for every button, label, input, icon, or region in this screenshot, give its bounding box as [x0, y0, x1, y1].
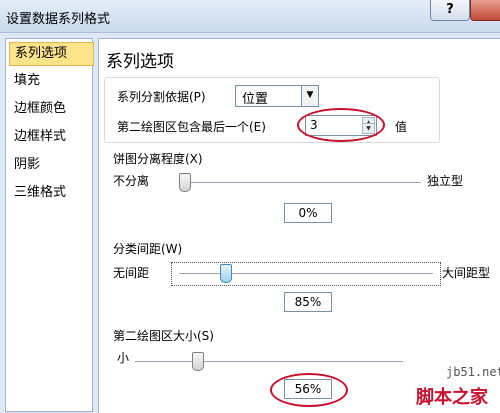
- gap-width-min-label: 无间距: [113, 266, 150, 280]
- second-plot-contains-label: 第二绘图区包含最后一个(E): [117, 120, 266, 134]
- close-button[interactable]: [470, 0, 500, 21]
- gap-width-track: [179, 273, 433, 275]
- second-plot-size-slider[interactable]: [191, 352, 204, 371]
- help-button[interactable]: ?: [430, 0, 470, 21]
- help-icon: ?: [446, 2, 454, 17]
- split-by-dropdown[interactable]: 位置 ▼: [235, 85, 319, 107]
- watermark-name: 脚本之家: [416, 387, 488, 408]
- options-panel: 系列选项 系列分割依据(P) 位置 ▼ 第二绘图区包含最后一个(E) 3 ▲ ▼…: [98, 38, 500, 413]
- title-bar: 设置数据系列格式 ?: [0, 0, 500, 33]
- pie-explosion-label: 饼图分离程度(X): [111, 150, 205, 167]
- split-group: 系列分割依据(P) 位置 ▼ 第二绘图区包含最后一个(E) 3 ▲ ▼ 值: [104, 77, 440, 143]
- pie-explosion-track: [179, 182, 421, 184]
- pie-explosion-slider[interactable]: [179, 173, 191, 192]
- second-plot-size-min-label: 小: [117, 351, 130, 365]
- gap-width-value[interactable]: 85%: [284, 292, 332, 312]
- category-sidebar: 系列选项 填充 边框颜色 边框样式 阴影 三维格式: [5, 38, 94, 412]
- second-plot-size-track: [135, 361, 403, 363]
- sidebar-item-border-style[interactable]: 边框样式: [9, 126, 92, 148]
- sidebar-item-fill[interactable]: 填充: [9, 70, 92, 92]
- split-by-value: 位置: [242, 92, 269, 107]
- highlight-oval: [270, 373, 348, 407]
- sidebar-item-border-color[interactable]: 边框颜色: [9, 98, 92, 120]
- gap-width-max-label: 大间距型: [442, 266, 491, 280]
- watermark: jb51.net 脚本之家: [400, 363, 500, 412]
- panel-title: 系列选项: [106, 52, 174, 72]
- gap-width-label: 分类间距(W): [111, 240, 185, 257]
- chevron-down-icon[interactable]: ▼: [301, 86, 318, 106]
- sidebar-item-series-options[interactable]: 系列选项: [9, 42, 94, 66]
- sidebar-item-3d-format[interactable]: 三维格式: [9, 182, 92, 204]
- second-plot-size-label: 第二绘图区大小(S): [111, 327, 216, 344]
- pie-explosion-min-label: 不分离: [113, 174, 150, 188]
- sidebar-item-shadow[interactable]: 阴影: [9, 154, 92, 176]
- values-unit-label: 值: [395, 120, 408, 134]
- pie-explosion-value[interactable]: 0%: [284, 203, 332, 223]
- dialog-window: 设置数据系列格式 ? 系列选项 填充 边框颜色 边框样式 阴影 三维格式 系列选…: [0, 0, 500, 413]
- split-label: 系列分割依据(P): [117, 90, 206, 104]
- gap-width-slider[interactable]: [220, 264, 233, 283]
- highlight-oval: [297, 108, 385, 142]
- pie-explosion-max-label: 独立型: [427, 174, 464, 188]
- watermark-url: jb51.net: [446, 365, 500, 379]
- window-title: 设置数据系列格式: [6, 12, 111, 27]
